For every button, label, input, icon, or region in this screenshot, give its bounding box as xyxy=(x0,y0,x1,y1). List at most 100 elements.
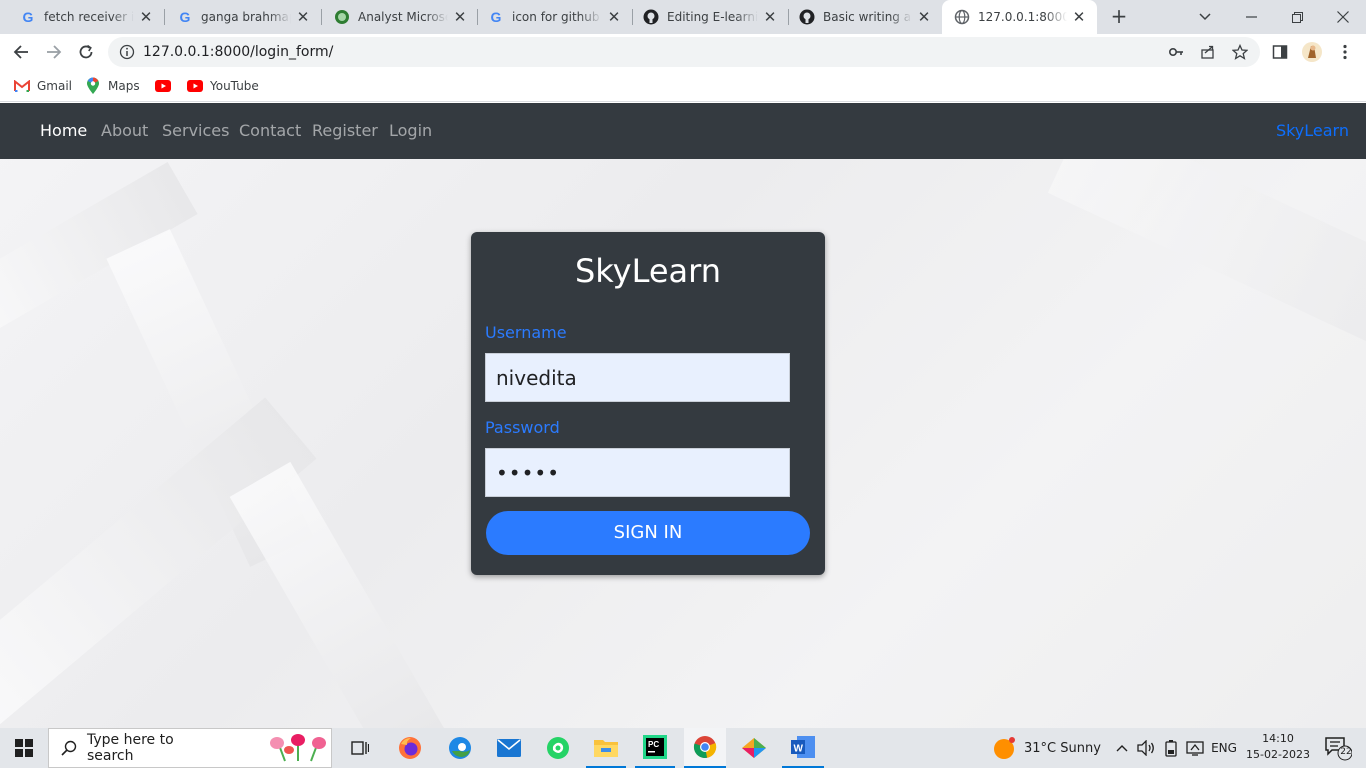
browser-tab[interactable]: G ganga brahmaputra ✕ xyxy=(165,0,321,34)
git-client-icon[interactable] xyxy=(733,728,775,768)
whatsapp-icon[interactable] xyxy=(538,728,578,768)
browser-tab-active[interactable]: 127.0.0.1:8000/lo ✕ xyxy=(942,0,1097,34)
background-ribbon xyxy=(229,461,451,728)
word-icon[interactable]: W xyxy=(782,728,824,768)
browser-tab[interactable]: Basic writing and ✕ xyxy=(789,0,942,34)
tab-search-icon[interactable] xyxy=(1182,0,1228,34)
file-explorer-icon[interactable] xyxy=(586,728,626,768)
info-icon[interactable] xyxy=(119,44,135,60)
tab-title: ganga brahmaputra xyxy=(201,10,291,24)
close-icon[interactable]: ✕ xyxy=(295,9,311,25)
close-icon[interactable]: ✕ xyxy=(138,9,154,25)
side-panel-icon[interactable] xyxy=(1270,42,1290,62)
svg-text:W: W xyxy=(794,744,804,755)
url-text: 127.0.0.1:8000/login_form/ xyxy=(143,44,334,60)
chrome-icon[interactable] xyxy=(684,728,726,768)
nav-link-contact[interactable]: Contact xyxy=(239,121,301,140)
edge-icon[interactable] xyxy=(440,728,480,768)
github-icon xyxy=(799,9,815,25)
language-text: ENG xyxy=(1211,741,1237,755)
new-tab-button[interactable]: + xyxy=(1107,5,1131,29)
github-icon xyxy=(643,9,659,25)
browser-tab[interactable]: Editing E-learning ✕ xyxy=(633,0,788,34)
clock-time: 14:10 xyxy=(1262,732,1294,745)
reload-icon[interactable] xyxy=(74,40,98,64)
nav-link-register[interactable]: Register xyxy=(312,121,378,140)
svg-text:G: G xyxy=(23,9,34,25)
back-icon[interactable] xyxy=(9,40,33,64)
network-icon[interactable] xyxy=(1184,728,1206,768)
search-icon xyxy=(61,740,77,756)
browser-tab[interactable]: G fetch receiver in d ✕ xyxy=(0,0,164,34)
gmail-icon xyxy=(14,78,30,94)
nav-link-home[interactable]: Home xyxy=(40,121,87,140)
notification-count: 22 xyxy=(1340,747,1352,757)
nav-link-services[interactable]: Services xyxy=(162,121,229,140)
key-icon[interactable] xyxy=(1168,44,1184,60)
taskbar-search-box[interactable]: Type here to search xyxy=(48,728,332,768)
analyst-icon xyxy=(334,9,350,25)
windows-taskbar: Type here to search PC W 31°C Sunny ENG … xyxy=(0,728,1366,768)
search-placeholder: Type here to search xyxy=(87,732,174,764)
tab-title: fetch receiver in d xyxy=(44,10,134,24)
globe-icon xyxy=(954,9,970,25)
speaker-icon[interactable] xyxy=(1135,728,1157,768)
pycharm-icon[interactable]: PC xyxy=(635,728,675,768)
nav-link-login[interactable]: Login xyxy=(389,121,432,140)
notification-center-icon[interactable]: 22 xyxy=(1318,728,1358,768)
svg-text:PC: PC xyxy=(648,740,659,749)
username-input[interactable] xyxy=(485,353,790,402)
site-brand[interactable]: SkyLearn xyxy=(1276,121,1349,140)
tab-title: 127.0.0.1:8000/lo xyxy=(978,10,1067,24)
bookmark-youtube[interactable]: YouTube xyxy=(187,76,259,96)
close-icon[interactable]: ✕ xyxy=(916,9,932,25)
bookmark-youtube-icon-only[interactable] xyxy=(155,76,178,96)
weather-text: 31°C Sunny xyxy=(1024,740,1101,756)
chevron-up-icon[interactable] xyxy=(1112,728,1132,768)
close-icon[interactable]: ✕ xyxy=(606,9,622,25)
close-window-icon[interactable] xyxy=(1320,0,1366,34)
tab-title: Editing E-learning xyxy=(667,10,758,24)
tab-title: icon for github - G xyxy=(512,10,602,24)
site-navbar: Home About Services Contact Register Log… xyxy=(0,103,1366,159)
google-icon: G xyxy=(177,9,193,25)
taskbar-clock[interactable]: 14:10 15-02-2023 xyxy=(1246,731,1310,763)
bookmark-star-icon[interactable] xyxy=(1232,44,1248,60)
task-view-icon[interactable] xyxy=(340,728,380,768)
browser-tab[interactable]: Analyst Microservi ✕ xyxy=(322,0,478,34)
maps-icon xyxy=(85,77,101,94)
svg-text:G: G xyxy=(180,9,191,25)
battery-icon[interactable] xyxy=(1160,728,1182,768)
sign-in-button[interactable]: SIGN IN xyxy=(486,511,810,555)
sun-icon xyxy=(992,736,1016,760)
svg-text:G: G xyxy=(491,9,502,25)
bookmark-gmail[interactable]: Gmail xyxy=(14,76,72,96)
address-bar[interactable]: 127.0.0.1:8000/login_form/ xyxy=(108,37,1260,67)
mail-icon[interactable] xyxy=(489,728,529,768)
weather-widget[interactable]: 31°C Sunny xyxy=(992,728,1110,768)
google-icon: G xyxy=(20,9,36,25)
password-input[interactable] xyxy=(485,448,790,497)
web-page: Home About Services Contact Register Log… xyxy=(0,103,1366,728)
tab-title: Basic writing and xyxy=(823,10,912,24)
login-title: SkyLearn xyxy=(574,252,722,290)
browser-tab[interactable]: G icon for github - G ✕ xyxy=(478,0,632,34)
nav-link-about[interactable]: About xyxy=(101,121,148,140)
bookmark-label: YouTube xyxy=(210,79,259,93)
bookmark-maps[interactable]: Maps xyxy=(85,76,140,96)
minimize-icon[interactable] xyxy=(1228,0,1274,34)
share-icon[interactable] xyxy=(1200,44,1216,60)
google-icon: G xyxy=(488,9,504,25)
bookmarks-bar: Gmail Maps YouTube xyxy=(0,70,1366,102)
forward-icon[interactable] xyxy=(42,40,66,64)
language-indicator[interactable]: ENG xyxy=(1208,728,1240,768)
close-icon[interactable]: ✕ xyxy=(1071,9,1087,25)
close-icon[interactable]: ✕ xyxy=(762,9,778,25)
firefox-icon[interactable] xyxy=(390,728,430,768)
menu-kebab-icon[interactable] xyxy=(1335,42,1355,62)
close-icon[interactable]: ✕ xyxy=(452,9,468,25)
windows-start-icon[interactable] xyxy=(0,728,48,768)
profile-avatar[interactable] xyxy=(1302,42,1322,62)
username-label: Username xyxy=(485,323,567,342)
restore-icon[interactable] xyxy=(1274,0,1320,34)
